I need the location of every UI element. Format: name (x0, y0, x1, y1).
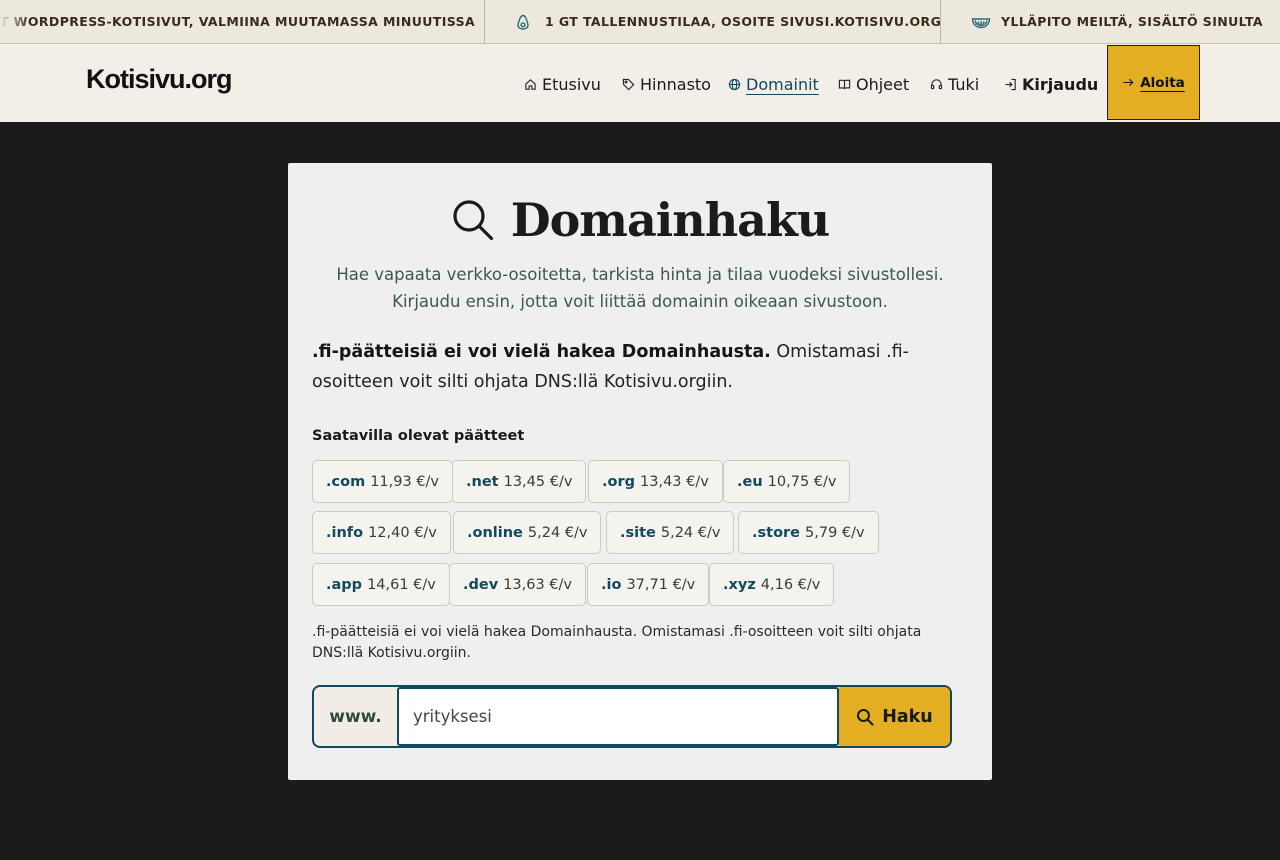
ticker-text: YLLÄPITO MEILTÄ, SISÄLTÖ SINULTA (1001, 14, 1263, 29)
tld-chip-online[interactable]: .online 5,24 €/v (453, 511, 602, 554)
page-title-row: Domainhaku (288, 193, 992, 247)
fi-note: .fi-päätteisiä ei voi vielä hakea Domain… (312, 624, 922, 661)
domain-search-form: www. Haku (312, 685, 952, 748)
tld-chip-net[interactable]: .net 13,45 €/v (452, 460, 587, 503)
site-header: Kotisivu.org Etusivu Hinnasto Domainit O… (0, 44, 1280, 122)
tld-price: 4,16 €/v (760, 576, 821, 593)
tld-chip-info[interactable]: .info 12,40 €/v (312, 511, 451, 554)
subtitle-line: Hae vapaata verkko-osoitetta, tarkista h… (336, 265, 944, 284)
tld-heading: Saatavilla olevat päätteet (312, 428, 525, 444)
tld-ext: .online (467, 524, 523, 541)
home-icon (525, 79, 536, 90)
tld-ext: .net (466, 473, 499, 490)
tld-ext: .xyz (723, 576, 756, 593)
page-subtitle: Hae vapaata verkko-osoitetta, tarkista h… (312, 261, 968, 315)
start-button-label: Aloita (1140, 74, 1185, 91)
tld-chip-app[interactable]: .app 14,61 €/v (312, 563, 450, 606)
domain-search-input[interactable] (397, 687, 839, 746)
tld-chip-site[interactable]: .site 5,24 €/v (606, 511, 735, 554)
page-title: Domainhaku (510, 193, 831, 247)
tld-price: 13,43 €/v (640, 473, 709, 490)
tld-ext: .org (602, 473, 636, 490)
tld-price: 13,45 €/v (503, 473, 573, 490)
ticker-text: 1 GT TALLENNUSTILAA, OSOITE SIVUSI.KOTIS… (545, 14, 942, 29)
ticker-divider (484, 0, 485, 43)
tld-ext: .app (326, 576, 363, 593)
start-button[interactable]: Aloita (1107, 45, 1200, 120)
nav-item-kirjaudu[interactable]: Kirjaudu (1004, 75, 1098, 94)
tld-ext: .info (326, 524, 364, 541)
site-logo[interactable]: Kotisivu.org (86, 64, 233, 95)
nav-item-label: Hinnasto (640, 75, 711, 94)
nav-item-etusivu[interactable]: Etusivu (524, 75, 601, 94)
subtitle-line: Kirjaudu ensin, jotta voit liittää domai… (392, 292, 888, 311)
tld-price: 10,75 €/v (767, 473, 837, 490)
fi-notice: .fi-päätteisiä ei voi vielä hakea Domain… (312, 337, 972, 397)
tld-price: 5,24 €/v (527, 524, 588, 541)
tld-chip-org[interactable]: .org 13,43 €/v (588, 460, 723, 503)
nav-item-tuki[interactable]: Tuki (930, 75, 979, 94)
nav-item-label: Domainit (746, 75, 819, 94)
tld-chip-dev[interactable]: .dev 13,63 €/v (449, 563, 586, 606)
tag-icon (622, 78, 635, 91)
nav-item-label: Tuki (948, 75, 980, 94)
nav-item-label: Ohjeet (856, 75, 910, 94)
tld-price: 5,79 €/v (805, 524, 865, 541)
tld-price: 14,61 €/v (367, 576, 436, 593)
tld-price: 37,71 €/v (626, 576, 696, 593)
tld-ext: .store (752, 524, 801, 541)
ticker-fade (0, 0, 30, 43)
tld-ext: .eu (737, 473, 763, 490)
tld-ext: .io (601, 576, 622, 593)
ticker-item: YLLÄPITO MEILTÄ, SISÄLTÖ SINULTA (971, 0, 1263, 43)
ticker-item: 1 GT TALLENNUSTILAA, OSOITE SIVUSI.KOTIS… (515, 0, 941, 43)
nav-item-hinnasto[interactable]: Hinnasto (622, 75, 711, 94)
ticker-text: T WORDPRESS-KOTISIVUT, VALMIINA MUUTAMAS… (0, 14, 476, 29)
avocado-icon (515, 14, 531, 30)
nav-item-domainit[interactable]: Domainit (728, 75, 819, 94)
tld-chip-store[interactable]: .store 5,79 €/v (738, 511, 879, 554)
fi-notice-bold: .fi-päätteisiä ei voi vielä hakea Domain… (312, 342, 771, 362)
www-prefix: www. (329, 706, 382, 727)
ticker-divider (940, 0, 941, 43)
arrow-right-icon (1123, 78, 1134, 87)
tld-price: 12,40 €/v (368, 524, 437, 541)
book-icon (838, 79, 851, 90)
globe-icon (728, 78, 741, 91)
search-button[interactable]: Haku (839, 687, 950, 746)
tld-price: 11,93 €/v (370, 473, 439, 490)
tld-chip-io[interactable]: .io 37,71 €/v (587, 563, 710, 606)
announcement-ticker: T WORDPRESS-KOTISIVUT, VALMIINA MUUTAMAS… (0, 0, 1280, 44)
headset-icon (930, 79, 943, 90)
domain-search-card: Domainhaku Hae vapaata verkko-osoitetta,… (288, 163, 992, 780)
fruit-slice-icon (971, 14, 991, 30)
search-icon (857, 708, 874, 725)
login-icon (1005, 78, 1016, 91)
tld-chip-com[interactable]: .com 11,93 €/v (312, 460, 453, 503)
nav-item-label: Etusivu (542, 75, 601, 94)
tld-ext: .com (326, 473, 366, 490)
tld-ext: .site (620, 524, 656, 541)
nav-item-label: Kirjaudu (1022, 75, 1099, 94)
search-icon (453, 200, 493, 241)
tld-ext: .dev (463, 576, 499, 593)
ticker-item: T WORDPRESS-KOTISIVUT, VALMIINA MUUTAMAS… (0, 0, 475, 43)
nav-item-ohjeet[interactable]: Ohjeet (838, 75, 909, 94)
tld-price: 13,63 €/v (503, 576, 572, 593)
tld-chip-xyz[interactable]: .xyz 4,16 €/v (709, 563, 835, 606)
tld-chip-eu[interactable]: .eu 10,75 €/v (723, 460, 851, 503)
tld-price: 5,24 €/v (660, 524, 721, 541)
search-button-label: Haku (882, 706, 933, 727)
